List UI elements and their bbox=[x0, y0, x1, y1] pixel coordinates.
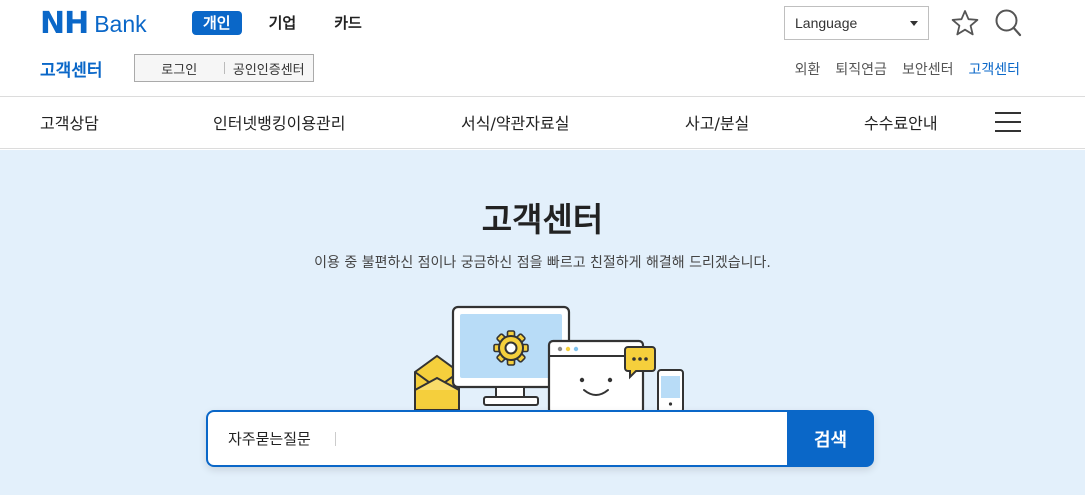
sub-navigation: 고객상담 인터넷뱅킹이용관리 서식/약관자료실 사고/분실 수수료안내 bbox=[0, 98, 1085, 149]
util-link-customer-center[interactable]: 고객센터 bbox=[968, 59, 1020, 79]
hamburger-menu-icon[interactable] bbox=[995, 112, 1021, 134]
subnav-forms-library[interactable]: 서식/약관자료실 bbox=[461, 98, 569, 149]
section-title[interactable]: 고객센터 bbox=[40, 56, 103, 81]
subnav-internet-banking[interactable]: 인터넷뱅킹이용관리 bbox=[213, 98, 345, 149]
search-field: 자주묻는질문 bbox=[206, 410, 787, 467]
subnav-consultation[interactable]: 고객상담 bbox=[40, 98, 99, 149]
tab-business[interactable]: 기업 bbox=[258, 11, 308, 35]
search-button[interactable]: 검색 bbox=[787, 410, 874, 467]
search-category-select[interactable]: 자주묻는질문 bbox=[228, 428, 335, 449]
subnav-accident-loss[interactable]: 사고/분실 bbox=[685, 98, 749, 149]
util-link-security[interactable]: 보안센터 bbox=[902, 59, 954, 79]
hero-section: 고객센터 이용 중 불편하신 점이나 궁금하신 점을 빠르고 친절하게 해결해 … bbox=[0, 150, 1085, 495]
top-header: NH Bank 개인 기업 카드 Language 고객센터 로그인 공인인증센… bbox=[0, 0, 1085, 97]
util-link-pension[interactable]: 퇴직연금 bbox=[835, 59, 887, 79]
main-tabs: 개인 기업 카드 bbox=[192, 11, 389, 35]
login-link[interactable]: 로그인 bbox=[135, 59, 224, 78]
subnav-fees[interactable]: 수수료안내 bbox=[864, 98, 938, 149]
gear-icon bbox=[493, 330, 529, 366]
nh-bank-logo[interactable]: NH Bank bbox=[40, 9, 147, 39]
language-label: Language bbox=[795, 15, 858, 31]
faq-search-bar: 자주묻는질문 검색 bbox=[206, 410, 874, 467]
hero-description: 이용 중 불편하신 점이나 궁금하신 점을 빠르고 친절하게 해결해 드리겠습니… bbox=[314, 255, 771, 271]
logo-bank-text: Bank bbox=[94, 11, 147, 37]
search-input[interactable] bbox=[335, 412, 787, 465]
smartphone-icon bbox=[657, 369, 684, 410]
logo-nh-text: NH bbox=[40, 6, 89, 41]
tab-personal[interactable]: 개인 bbox=[192, 11, 242, 35]
language-select[interactable]: Language bbox=[784, 6, 929, 40]
star-icon[interactable] bbox=[951, 9, 979, 37]
utility-links: 외환 퇴직연금 보안센터 고객센터 bbox=[780, 59, 1020, 79]
tab-card[interactable]: 카드 bbox=[323, 11, 373, 35]
cert-center-link[interactable]: 공인인증센터 bbox=[225, 59, 314, 78]
search-icon[interactable] bbox=[994, 8, 1022, 38]
devices-illustration bbox=[414, 305, 684, 410]
caret-down-icon bbox=[910, 20, 918, 26]
login-box: 로그인 공인인증센터 bbox=[134, 54, 314, 82]
hero-title: 고객센터 bbox=[481, 200, 604, 239]
util-link-forex[interactable]: 외환 bbox=[795, 59, 821, 79]
